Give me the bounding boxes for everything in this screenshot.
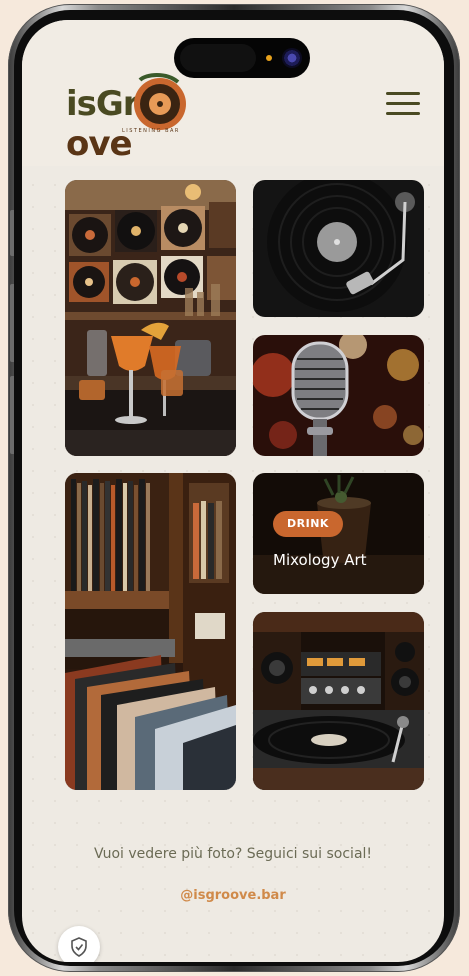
- gallery-photo-microphone[interactable]: [253, 335, 424, 456]
- hamburger-menu-icon[interactable]: [386, 92, 420, 120]
- vinyl-record-icon: [134, 73, 186, 130]
- gallery-photo-turntable[interactable]: [253, 180, 424, 317]
- drink-badge: DRINK: [273, 511, 343, 537]
- brand-logo[interactable]: isGrove LISTENING BAR: [66, 70, 236, 164]
- front-camera: [282, 48, 302, 68]
- gallery-photo-vinyl-shelves[interactable]: [65, 473, 236, 790]
- privacy-settings-button[interactable]: [58, 926, 100, 962]
- status-dot: [266, 55, 272, 61]
- dynamic-island: [174, 38, 310, 78]
- social-handle-link[interactable]: @isgroove.bar: [22, 888, 444, 903]
- drink-caption: Mixology Art: [273, 551, 367, 569]
- gallery-card-drink[interactable]: DRINK Mixology Art: [253, 473, 424, 594]
- shield-check-icon: [71, 937, 87, 957]
- logo-tagline: LISTENING BAR: [122, 128, 180, 134]
- gallery-photo-bar-cocktails[interactable]: [65, 180, 236, 456]
- gallery-photo-dj-turntable[interactable]: [253, 612, 424, 790]
- social-prompt-text: Vuoi vedere più foto? Seguici sui social…: [93, 846, 373, 862]
- screen: isGrove LISTENING BAR DRINK Mixology Art…: [22, 20, 444, 962]
